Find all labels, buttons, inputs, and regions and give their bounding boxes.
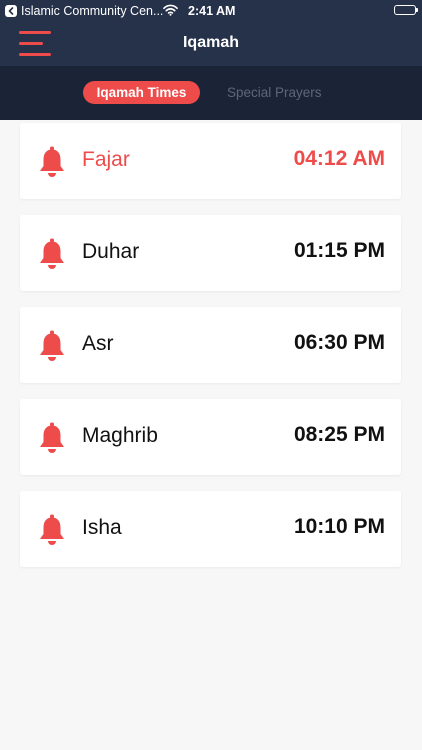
prayer-row-asr[interactable]: Asr 06:30 PM xyxy=(20,307,401,383)
prayer-time: 10:10 PM xyxy=(293,515,385,538)
prayer-time: 06:30 PM xyxy=(293,331,385,354)
prayer-name: Isha xyxy=(82,516,122,539)
prayer-name: Asr xyxy=(82,332,114,355)
bell-icon[interactable] xyxy=(37,422,67,454)
nav-bar: Iqamah xyxy=(0,22,422,66)
battery-icon xyxy=(394,5,418,15)
bell-icon[interactable] xyxy=(37,514,67,546)
wifi-icon xyxy=(163,4,178,19)
prayer-row-maghrib[interactable]: Maghrib 08:25 PM xyxy=(20,399,401,475)
prayer-row-fajar[interactable]: Fajar 04:12 AM xyxy=(20,123,401,199)
status-bar: Islamic Community Cen... 2:41 AM xyxy=(0,0,422,22)
prayer-name: Duhar xyxy=(82,240,140,263)
prayer-name: Fajar xyxy=(82,148,130,171)
page-title: Iqamah xyxy=(182,34,239,51)
back-to-app-button[interactable]: Islamic Community Cen... xyxy=(5,4,163,18)
tab-special-prayers[interactable]: Special Prayers xyxy=(227,81,322,104)
prayer-name: Maghrib xyxy=(82,424,158,447)
tab-iqamah-times[interactable]: Iqamah Times xyxy=(83,81,200,104)
prayer-row-isha[interactable]: Isha 10:10 PM xyxy=(20,491,401,567)
prayer-list: Fajar 04:12 AM Duhar 01:15 PM Asr 06:30 … xyxy=(20,123,401,583)
back-chevron-icon xyxy=(5,5,17,17)
tab-bar: Iqamah Times Special Prayers xyxy=(0,66,422,120)
bell-icon[interactable] xyxy=(37,238,67,270)
prayer-time: 04:12 AM xyxy=(293,147,385,170)
prayer-row-duhar[interactable]: Duhar 01:15 PM xyxy=(20,215,401,291)
bell-icon[interactable] xyxy=(37,146,67,178)
back-app-name: Islamic Community Cen... xyxy=(21,4,164,18)
bell-icon[interactable] xyxy=(37,330,67,362)
status-time: 2:41 AM xyxy=(188,4,236,18)
prayer-time: 01:15 PM xyxy=(293,239,385,262)
prayer-time: 08:25 PM xyxy=(293,423,385,446)
